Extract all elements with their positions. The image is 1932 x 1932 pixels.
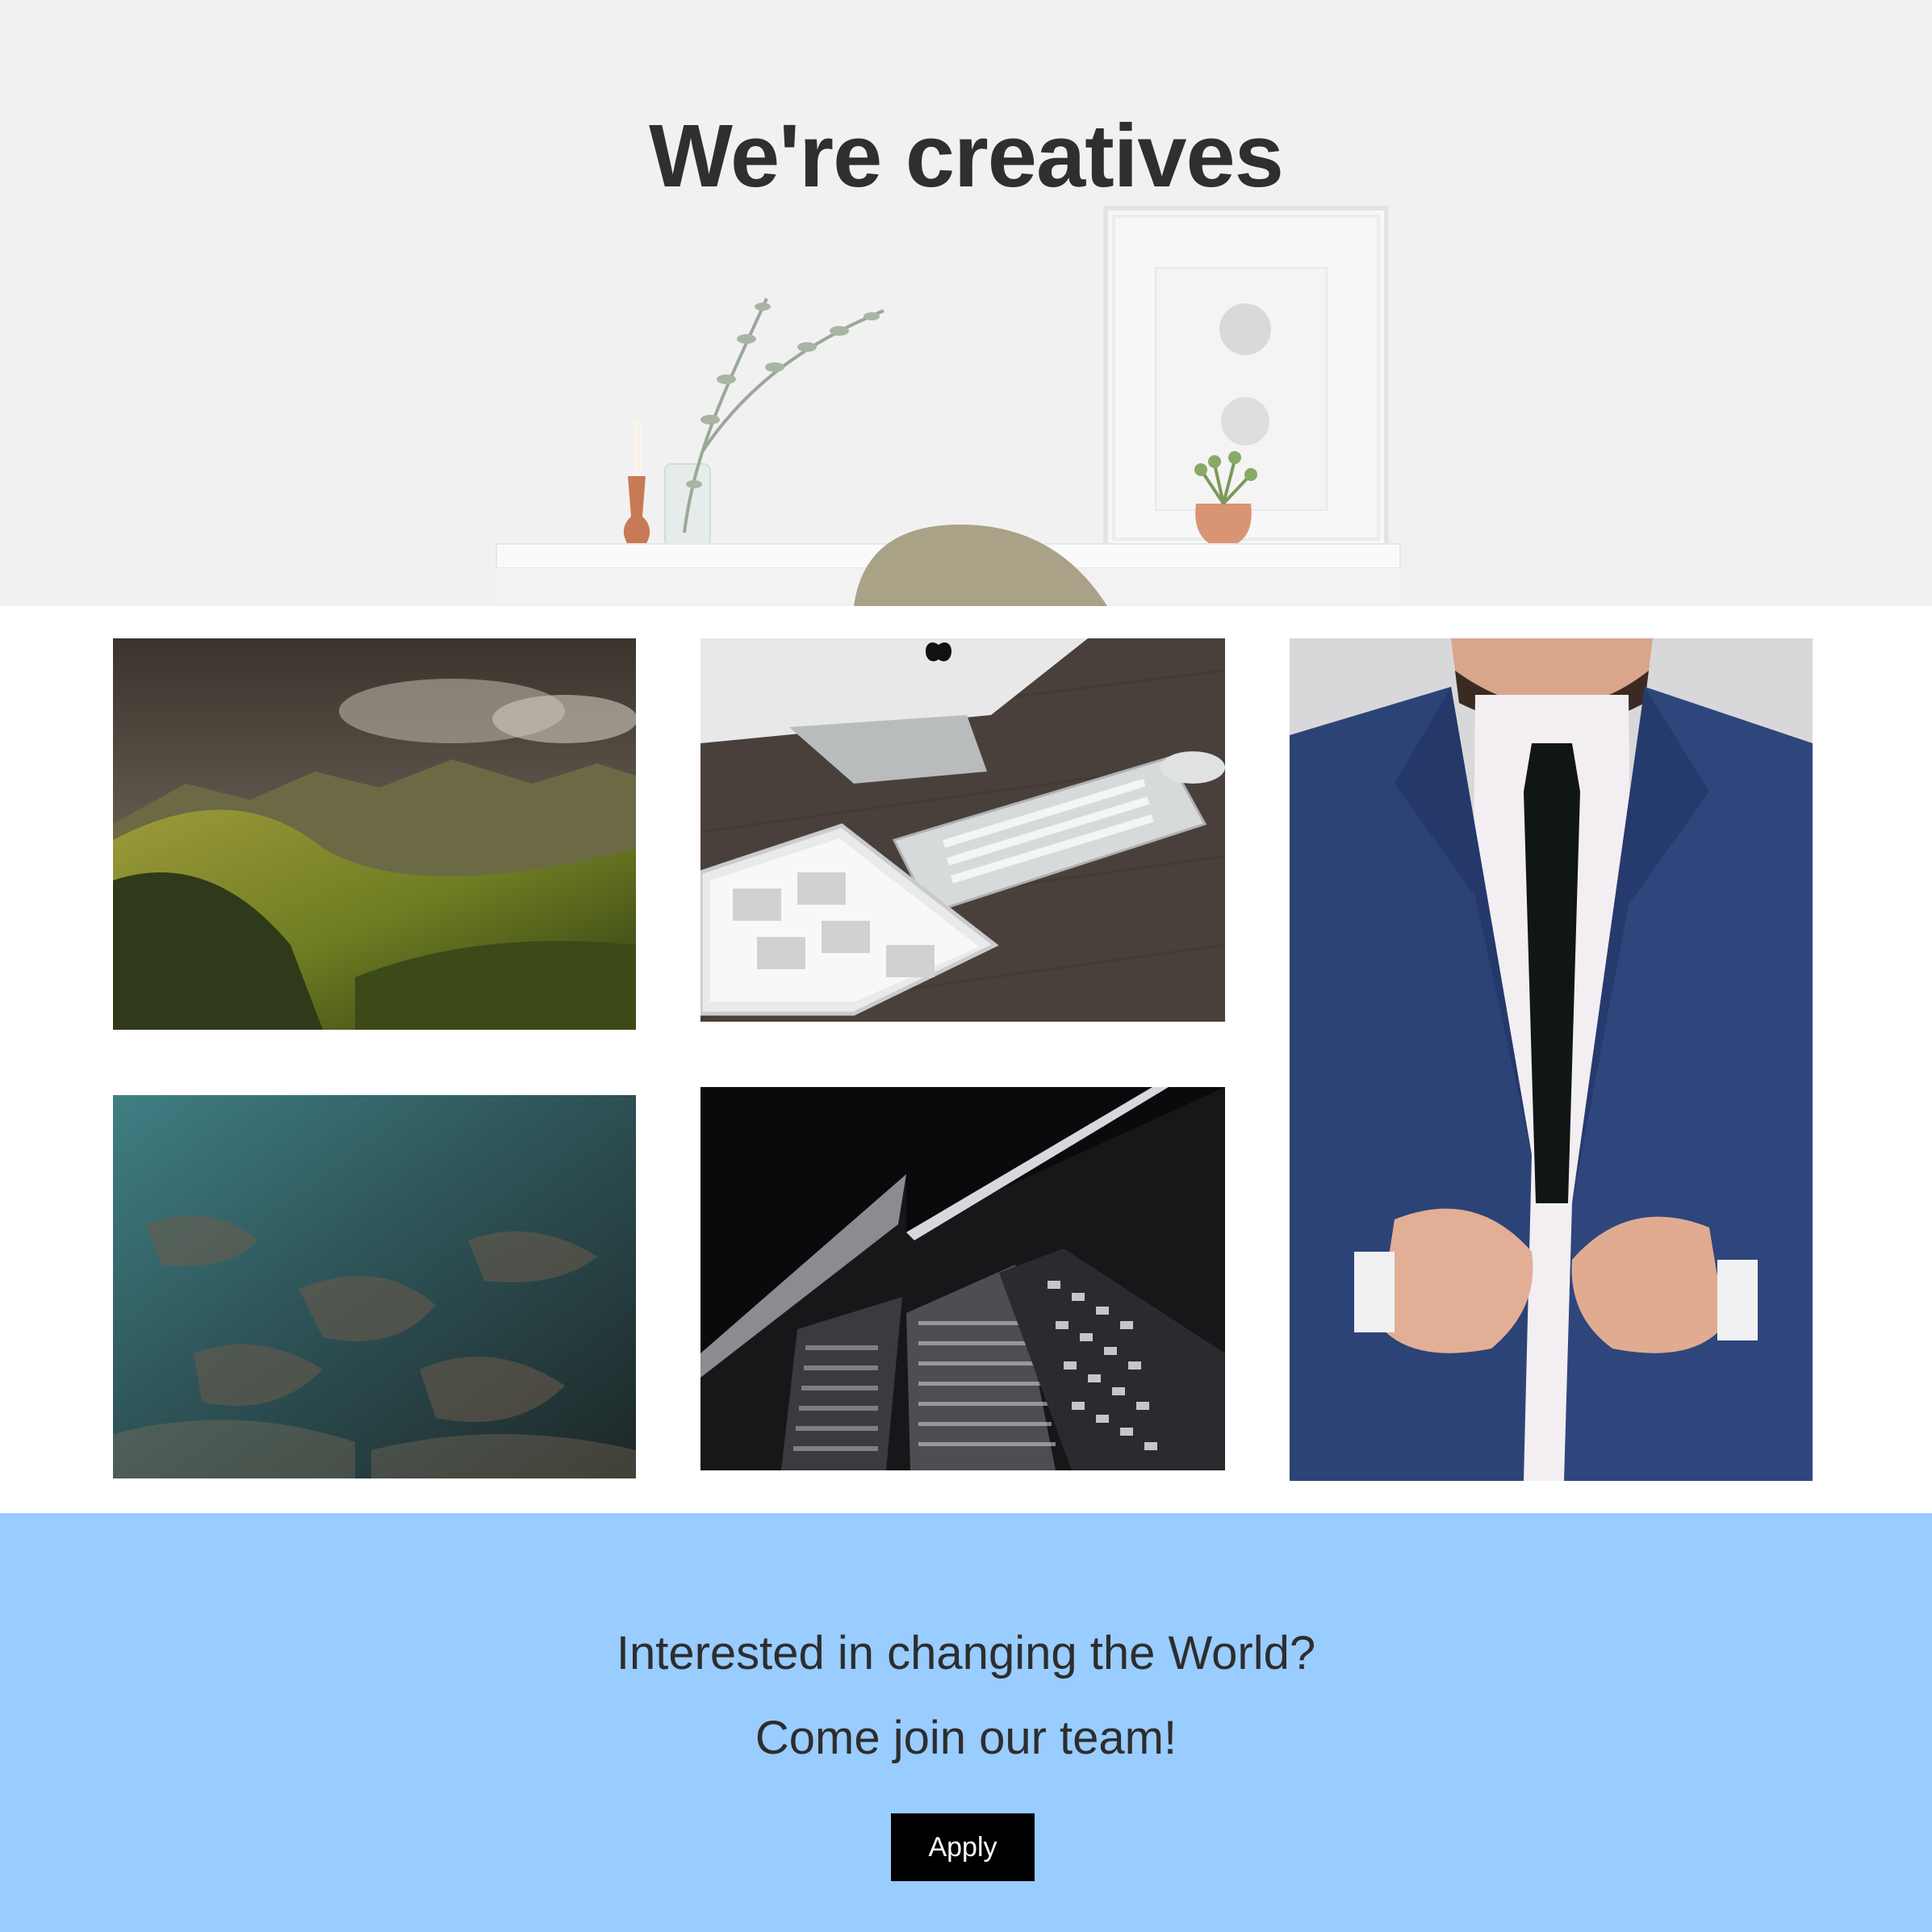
- page-title: We're creatives: [649, 107, 1284, 206]
- man-in-suit-photo: [1290, 638, 1813, 1481]
- apply-button[interactable]: Apply: [891, 1813, 1035, 1881]
- skyscraper-photo: [700, 1087, 1225, 1470]
- hero-background-image: [0, 0, 1932, 606]
- mountain-valley-photo: [113, 638, 636, 1030]
- aerial-landscape-photo: [113, 1095, 636, 1478]
- join-team-section: Interested in changing the World? Come j…: [0, 1513, 1932, 1932]
- cta-headline: Interested in changing the World?: [616, 1627, 1316, 1679]
- cta-subheadline: Come join our team!: [755, 1712, 1177, 1764]
- hero-section: We're creatives: [0, 0, 1932, 606]
- desk-keyboard-tablet-photo: [700, 638, 1225, 1022]
